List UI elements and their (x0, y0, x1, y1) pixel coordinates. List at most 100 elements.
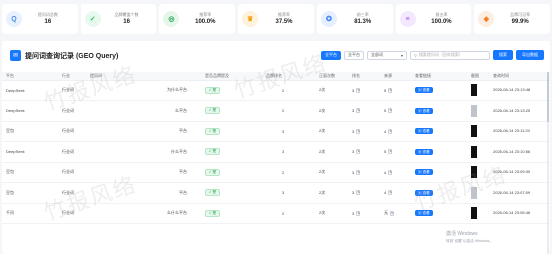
search-button[interactable]: 搜索 (493, 50, 513, 60)
position-stepper[interactable]: 3 ⇅ (352, 169, 361, 175)
source-stepper[interactable]: 4 ⇅ (384, 169, 393, 175)
export-button[interactable]: 导出数据 (516, 50, 544, 60)
position-value: 3 (352, 87, 355, 93)
table-row[interactable]: DeepSeek 行业词 么平台 ✓ 是 2 2次 3 ⇅ 5 ⇅ ▣ 查看 2026-06-14 2… (2, 100, 550, 122)
cell-query: 么什么平台 (86, 203, 201, 224)
table-row[interactable]: DeepSeek 行业词 什么平台 ✓ 是 3 2次 3 ⇅ 5 ⇅ ▣ 查看 2026-06-14 … (2, 141, 550, 163)
screenshot-thumbnail[interactable] (471, 145, 477, 158)
stepper-arrows-icon[interactable]: ⇅ (388, 108, 393, 114)
cell-rank: 3 (262, 121, 315, 142)
query-text: 为什么平台 (167, 87, 187, 93)
column-header[interactable]: 行业 (58, 72, 86, 81)
badge-text: 是 (212, 87, 217, 92)
source-value: 4 (384, 128, 387, 134)
view-button[interactable]: ▣ 查看 (415, 148, 433, 155)
column-header[interactable]: 是否品牌提及 (201, 72, 262, 81)
cell-count: 2次 (315, 121, 348, 142)
platform-chip[interactable]: 全平台 (344, 50, 364, 60)
view-button[interactable]: ▣ 查看 (415, 210, 433, 217)
stepper-arrows-icon[interactable]: ⇅ (388, 149, 393, 155)
column-header[interactable]: 查询时间 (489, 72, 550, 81)
column-header[interactable]: 截图 (467, 72, 489, 81)
screenshot-thumbnail[interactable] (471, 207, 477, 220)
view-button[interactable]: ▣ 查看 (415, 169, 433, 176)
table-body: DeepSeek 行业词 为什么平台 ✓ 是 2 2次 3 ⇅ 5 ⇅ ▣ 查看 2026-06-14… (2, 80, 550, 224)
table-row[interactable]: 豆包 行业词 平台 ✓ 是 2 2次 3 ⇅ 4 ⇅ ▣ 查看 2026-06-14 23:09:30 (2, 162, 550, 183)
cell-link: ▣ 查看 (411, 141, 467, 163)
stepper-arrows-icon[interactable]: ⇅ (356, 210, 361, 216)
cell-rank: 2 (262, 162, 315, 183)
column-header[interactable]: 提问词 (86, 72, 201, 81)
cell-mention: ✓ 是 (201, 182, 262, 204)
view-label: 查看 (422, 108, 430, 113)
query-text: 么什么平台 (167, 210, 187, 216)
screenshot-thumbnail[interactable] (471, 84, 477, 97)
view-button[interactable]: ▣ 查看 (415, 189, 433, 196)
position-stepper[interactable]: 3 ⇅ (352, 190, 361, 196)
screenshot-thumbnail[interactable] (471, 166, 477, 179)
view-button[interactable]: ▣ 查看 (415, 87, 433, 94)
cell-industry: 行业词 (58, 100, 86, 122)
position-stepper[interactable]: 3 ⇅ (352, 108, 361, 114)
stepper-arrows-icon[interactable]: ⇅ (356, 149, 361, 155)
stepper-arrows-icon[interactable]: ⇅ (390, 210, 394, 216)
column-header[interactable]: 来源 (380, 72, 411, 81)
view-button[interactable]: ▣ 查看 (415, 128, 433, 135)
cell-time: 2026-06-14 23:13:48 (489, 80, 550, 101)
source-stepper[interactable]: 5 ⇅ (384, 87, 393, 93)
view-button[interactable]: ▣ 查看 (415, 107, 433, 114)
stepper-arrows-icon[interactable]: ⇅ (388, 87, 393, 93)
cell-industry: 行业词 (58, 182, 86, 204)
position-stepper[interactable]: 3 ⇅ (352, 149, 361, 155)
screenshot-thumbnail[interactable] (471, 186, 477, 199)
stepper-arrows-icon[interactable]: ⇅ (356, 87, 361, 93)
cell-rank: 2 (262, 203, 315, 224)
word-select[interactable]: 全部词 ▾ (367, 50, 407, 60)
cell-count: 2次 (315, 100, 348, 122)
badge-text: 是 (212, 149, 217, 154)
stepper-arrows-icon[interactable]: ⇅ (388, 169, 393, 175)
cell-query: 平台 (86, 162, 201, 183)
stepper-arrows-icon[interactable]: ⇅ (356, 108, 361, 114)
column-header[interactable]: 正面次数 (315, 72, 348, 81)
source-stepper[interactable]: 5 ⇅ (384, 149, 393, 155)
table-row[interactable]: 千问 行业词 么什么平台 ✓ 是 2 2次 3 ⇅ 无 ⇅ ▣ 查看 2026-06-14 23:05… (2, 203, 550, 224)
scrollbar-thumb[interactable] (547, 72, 549, 122)
position-stepper[interactable]: 3 ⇅ (352, 210, 361, 216)
cell-mention: ✓ 是 (201, 141, 262, 163)
table-row[interactable]: 豆包 行业词 平台 ✓ 是 3 2次 3 ⇅ 4 ⇅ ▣ 查看 2026-06-14 23:07:09 (2, 182, 550, 204)
source-stepper[interactable]: 4 ⇅ (384, 190, 393, 196)
scrollbar[interactable] (547, 72, 549, 254)
stepper-arrows-icon[interactable]: ⇅ (388, 190, 393, 196)
column-header[interactable]: 排名 (348, 72, 380, 81)
screenshot-thumbnail[interactable] (471, 104, 477, 117)
cell-industry: 行业词 (58, 121, 86, 142)
column-header[interactable]: 平台 (2, 72, 58, 81)
position-stepper[interactable]: 3 ⇅ (352, 128, 361, 134)
source-stepper[interactable]: 4 ⇅ (384, 128, 393, 134)
platform-chip-all[interactable]: 全平台 (321, 50, 341, 60)
screenshot-thumbnail[interactable] (471, 125, 477, 138)
table-row[interactable]: DeepSeek 行业词 为什么平台 ✓ 是 2 2次 3 ⇅ 5 ⇅ ▣ 查看 2026-06-14… (2, 80, 550, 101)
source-value: 无 (384, 210, 388, 216)
source-stepper[interactable]: 5 ⇅ (384, 108, 393, 114)
source-stepper[interactable]: 无 ⇅ (384, 210, 394, 216)
stepper-arrows-icon[interactable]: ⇅ (356, 190, 361, 196)
cell-query: 么平台 (86, 100, 201, 122)
column-header[interactable]: 查看链接 (411, 72, 467, 81)
source-value: 4 (384, 190, 387, 196)
stepper-arrows-icon[interactable]: ⇅ (356, 169, 361, 175)
cell-count: 2次 (315, 162, 348, 183)
stepper-arrows-icon[interactable]: ⇅ (388, 128, 393, 134)
panel-title: 提问词查询记录 (GEO Query) (25, 52, 119, 60)
search-input[interactable]: ⚲ 搜索提问词（回车搜索） (410, 50, 490, 60)
column-header[interactable]: 品牌排名 (262, 72, 315, 81)
status-badge: ✓ 是 (205, 127, 221, 135)
table-row[interactable]: 豆包 行业词 平台 ✓ 是 3 2次 3 ⇅ 4 ⇅ ▣ 查看 2026-06-14 23:11:20 (2, 121, 550, 142)
position-stepper[interactable]: 3 ⇅ (352, 87, 361, 93)
query-text: 么平台 (175, 107, 187, 113)
stat-card: ✓ 品牌覆盖个数 16 (80, 4, 157, 34)
stat-text: 前三率 81.3% (337, 12, 389, 26)
stepper-arrows-icon[interactable]: ⇅ (356, 128, 361, 134)
view-label: 查看 (422, 149, 430, 154)
